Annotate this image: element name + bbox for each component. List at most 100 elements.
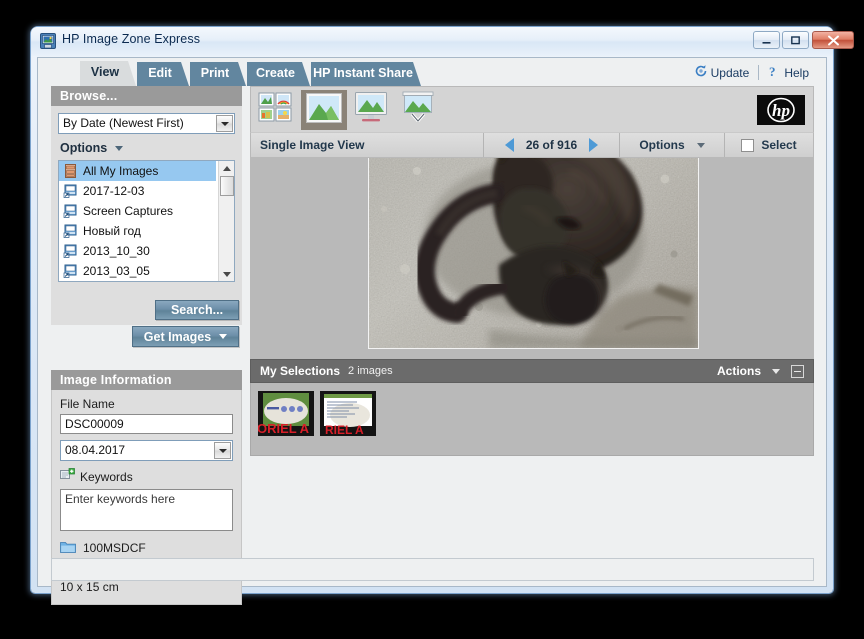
search-button-label: Search... xyxy=(171,303,223,317)
minimize-button[interactable] xyxy=(753,31,780,49)
select-checkbox-row[interactable]: Select xyxy=(725,133,813,157)
folder-item-2017-12-03[interactable]: 2017-12-03 xyxy=(59,181,216,201)
chevron-down-icon[interactable] xyxy=(214,442,231,459)
selection-tray: ORIEL A RIEL A xyxy=(250,383,814,456)
sort-order-value: By Date (Newest First) xyxy=(63,116,184,130)
folder-icon xyxy=(60,540,76,556)
sort-order-combo[interactable]: By Date (Newest First) xyxy=(58,113,235,134)
photo-app-icon xyxy=(40,33,56,49)
view-options-button[interactable]: Options xyxy=(620,133,724,157)
close-icon xyxy=(813,32,853,48)
scroll-down-icon[interactable] xyxy=(219,267,234,281)
file-name-label: File Name xyxy=(60,397,233,411)
svg-text:hp: hp xyxy=(772,101,790,120)
help-link[interactable]: ? Help xyxy=(759,64,818,81)
chevron-down-icon xyxy=(697,143,705,148)
scrollbar-thumb[interactable] xyxy=(220,176,234,196)
folder-item-screen-captures[interactable]: Screen Captures xyxy=(59,201,216,221)
folder-item-2013-10-30[interactable]: 2013_10_30 xyxy=(59,241,216,261)
collapse-icon[interactable] xyxy=(791,365,804,378)
update-link[interactable]: Update xyxy=(685,64,759,81)
date-value: 08.04.2017 xyxy=(65,443,125,457)
folder-item-novy-god[interactable]: Новый год xyxy=(59,221,216,241)
folder-item-label: Новый год xyxy=(83,224,141,238)
header-links: Update ? Help xyxy=(685,64,818,81)
folder-item-2013-03-05[interactable]: 2013_03_05 xyxy=(59,261,216,281)
image-information-header: Image Information xyxy=(51,370,242,390)
source-folder-name: 100MSDCF xyxy=(83,541,146,555)
single-image-view-button[interactable] xyxy=(301,90,347,130)
hp-logo: hp xyxy=(757,95,805,125)
thumbnail-grid-icon xyxy=(258,91,292,128)
close-button[interactable] xyxy=(812,31,854,49)
tab-strip: View Edit Print Create HP Instant Share … xyxy=(38,58,826,86)
full-screen-view-button[interactable] xyxy=(351,90,391,128)
browse-actions: Search... Get Images xyxy=(51,300,242,362)
main-panel: hp Single Image View 26 of 916 Options xyxy=(250,86,814,554)
browse-options-label: Options xyxy=(60,141,107,155)
tab-edit[interactable]: Edit xyxy=(137,62,189,86)
image-navigation: 26 of 916 xyxy=(484,133,619,157)
browse-panel-header: Browse... xyxy=(51,86,242,106)
content-area: Browse... By Date (Newest First) Options xyxy=(38,86,826,586)
status-bar xyxy=(51,558,814,581)
tab-hp-instant-share[interactable]: HP Instant Share xyxy=(311,62,421,86)
folder-item-label: Screen Captures xyxy=(83,204,173,218)
keywords-label: Keywords xyxy=(80,470,133,484)
chevron-down-icon xyxy=(219,334,227,339)
full-screen-monitor-icon xyxy=(353,91,389,128)
title-bar: HP Image Zone Express xyxy=(31,27,833,56)
keywords-row: Keywords xyxy=(60,468,233,486)
client-area: View Edit Print Create HP Instant Share … xyxy=(37,57,827,587)
update-label: Update xyxy=(711,66,750,80)
folder-shortcut-icon xyxy=(63,204,78,218)
folder-item-label: 2013_10_30 xyxy=(83,244,150,258)
next-arrow-icon[interactable] xyxy=(589,138,598,152)
selection-thumbnail-2[interactable]: RIEL A xyxy=(320,391,376,436)
actions-button[interactable]: Actions xyxy=(717,364,761,378)
folder-list[interactable]: All My Images xyxy=(58,160,235,282)
folder-shortcut-icon xyxy=(63,184,78,198)
file-name-field[interactable]: DSC00009 xyxy=(60,414,233,434)
get-images-button[interactable]: Get Images xyxy=(132,326,239,347)
slideshow-projector-icon xyxy=(400,91,436,128)
question-mark-icon: ? xyxy=(768,64,781,81)
select-checkbox[interactable] xyxy=(741,139,754,152)
scroll-up-icon[interactable] xyxy=(219,161,234,175)
my-selections-count: 2 images xyxy=(340,365,393,377)
minimize-icon xyxy=(754,32,779,48)
add-keyword-icon[interactable] xyxy=(60,468,75,486)
folder-item-all-my-images[interactable]: All My Images xyxy=(59,161,216,181)
selection-thumbnail-1[interactable]: ORIEL A xyxy=(258,391,314,436)
my-selections-bar: My Selections 2 images Actions xyxy=(250,359,814,383)
application-window: HP Image Zone Express View Edit Print xyxy=(31,27,833,593)
folder-item-label: All My Images xyxy=(83,164,158,178)
view-mode-title: Single Image View xyxy=(251,133,483,157)
previous-arrow-icon[interactable] xyxy=(505,138,514,152)
select-label: Select xyxy=(761,138,796,152)
search-button[interactable]: Search... xyxy=(155,300,239,320)
image-position-label: 26 of 916 xyxy=(526,138,577,152)
folder-shortcut-icon xyxy=(63,244,78,258)
single-image-icon xyxy=(306,93,342,128)
get-images-label: Get Images xyxy=(144,330,211,344)
keywords-input[interactable]: Enter keywords here xyxy=(60,489,233,531)
browse-panel-body: By Date (Newest First) Options xyxy=(51,106,242,325)
slideshow-view-button[interactable] xyxy=(398,90,438,128)
maximize-button[interactable] xyxy=(782,31,809,49)
browse-options-button[interactable]: Options xyxy=(58,141,235,155)
tab-view[interactable]: View xyxy=(80,61,136,86)
date-combo[interactable]: 08.04.2017 xyxy=(60,440,233,461)
image-stage xyxy=(250,158,814,359)
main-photo[interactable] xyxy=(368,158,699,349)
chevron-down-icon[interactable] xyxy=(216,115,233,132)
thumbnail-grid-view-button[interactable] xyxy=(255,90,295,128)
folder-item-label: 2017-12-03 xyxy=(83,184,144,198)
chevron-down-icon[interactable] xyxy=(772,369,780,374)
tab-print[interactable]: Print xyxy=(190,62,246,86)
window-title: HP Image Zone Express xyxy=(62,32,200,46)
folder-list-scrollbar[interactable] xyxy=(218,161,234,281)
tab-create[interactable]: Create xyxy=(247,62,310,86)
chevron-down-icon xyxy=(115,146,123,151)
my-selections-title: My Selections xyxy=(251,364,340,378)
